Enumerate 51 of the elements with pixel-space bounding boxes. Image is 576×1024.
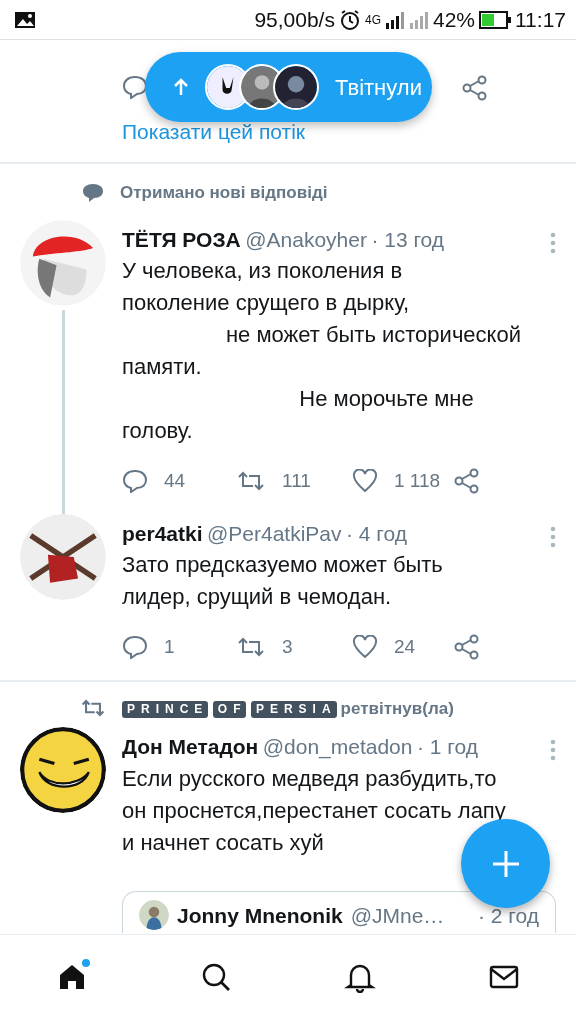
reply-count: 1 — [164, 635, 175, 659]
avatar[interactable] — [20, 727, 106, 813]
author-name[interactable]: Дон Метадон — [122, 735, 259, 758]
share-icon[interactable] — [454, 634, 480, 661]
battery-icon — [479, 10, 511, 29]
tweet-time: · 13 год — [371, 227, 445, 251]
author-name[interactable]: Jonny Mnenonik — [177, 899, 343, 931]
tweet-time: · 4 год — [346, 521, 407, 545]
arrow-up-icon — [173, 78, 189, 96]
tweet-text: Если русского медведя разбудить,то он проснется,перестанет сосать лапу и начнет сосать хуй — [122, 764, 507, 857]
signal-icon — [384, 10, 405, 29]
author-handle: @Anakoyher — [245, 227, 367, 251]
retweet-count: 3 — [282, 635, 293, 659]
compose-button[interactable] — [461, 819, 550, 908]
author-handle: @don_metadon — [262, 735, 413, 758]
gallery-icon — [14, 10, 36, 29]
clock: 11:17 — [515, 6, 566, 33]
author-name[interactable]: per4atki — [122, 521, 203, 545]
reply-count: 44 — [164, 469, 186, 493]
network-speed: 95,00b/s — [254, 6, 335, 33]
share-icon[interactable] — [454, 468, 480, 495]
retweet-icon — [80, 698, 106, 719]
notice-text: Отримано нові відповіді — [120, 182, 328, 204]
reply-icon[interactable] — [122, 635, 148, 660]
avatar[interactable] — [20, 513, 106, 600]
reply-icon[interactable] — [122, 469, 148, 494]
author-name[interactable]: ТЁТЯ РОЗА — [122, 227, 241, 251]
plus-icon — [490, 848, 521, 879]
network-type: 4G — [364, 11, 381, 29]
like-count: 1 118 — [394, 469, 441, 493]
retweet-icon[interactable] — [236, 636, 266, 659]
tweet-text: У человека, из поколения в поколение срущего в дырку, не может быть исторической памяти. Не морочьте мне голову. — [122, 257, 522, 445]
author-handle: @JMne… — [350, 902, 445, 929]
tweet-time: · 2 год — [478, 902, 539, 929]
heart-icon[interactable] — [352, 469, 378, 494]
avatar — [273, 64, 319, 110]
reply-icon[interactable] — [122, 75, 148, 99]
retweet-label: ретвітнув(ла) — [340, 697, 454, 720]
author-handle: @Per4atkiPav — [207, 521, 342, 545]
heart-icon[interactable] — [352, 635, 378, 660]
retweet-count: 111 — [282, 469, 311, 493]
retweet-icon[interactable] — [236, 470, 266, 493]
tweet-time: · 1 год — [416, 735, 478, 758]
retweeter-name[interactable]: PRINCE OF PERSIA — [122, 696, 337, 721]
signal-icon — [408, 10, 429, 29]
alarm-icon — [338, 8, 361, 31]
battery-percent: 42% — [432, 6, 475, 33]
share-icon[interactable] — [462, 74, 488, 101]
like-count: 24 — [394, 635, 416, 659]
tweet-text: Зато предсказуемо может быть лидер, срущий в чемодан. — [122, 551, 444, 611]
speech-bubble-icon — [82, 182, 104, 203]
